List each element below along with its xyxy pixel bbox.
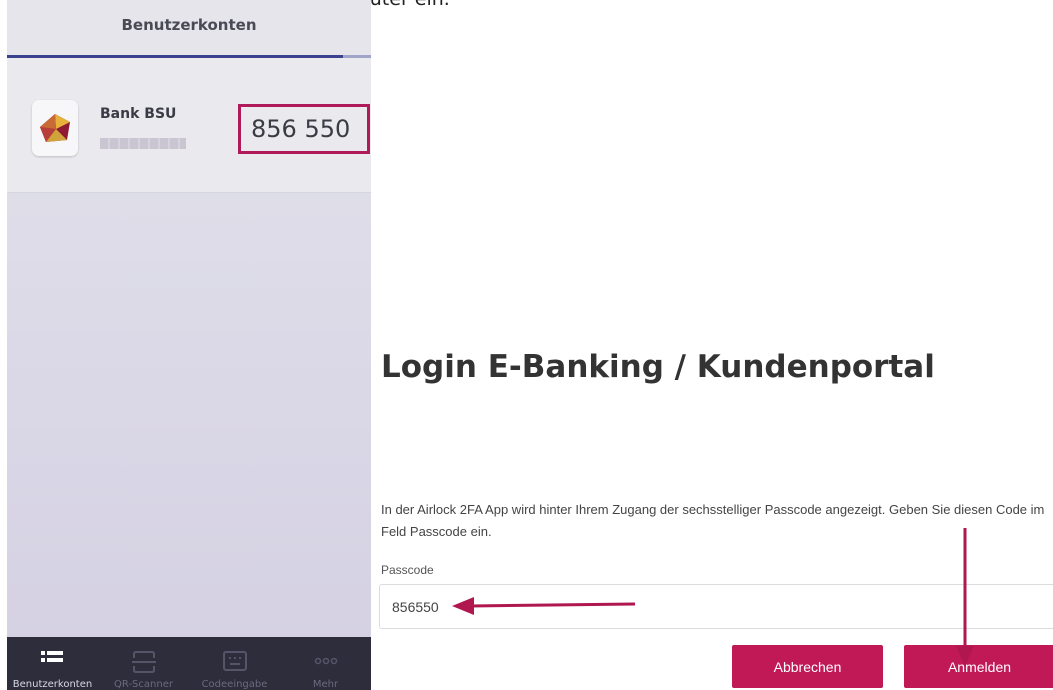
tab-qr-scanner[interactable]: QR-Scanner	[98, 637, 189, 690]
tab-benutzerkonten[interactable]: Benutzerkonten	[7, 637, 98, 690]
more-dots-icon	[280, 649, 371, 677]
list-icon	[7, 649, 98, 668]
bank-logo-icon	[32, 100, 78, 156]
phone-header: Benutzerkonten	[7, 0, 371, 60]
account-id-redacted	[100, 138, 186, 149]
passcode-label: Passcode	[381, 563, 434, 577]
page-title: Login E-Banking / Kundenportal	[381, 349, 935, 385]
tab-label: Mehr	[312, 679, 339, 690]
tab-label: Codeeingabe	[201, 679, 268, 690]
tab-codeeingabe[interactable]: Codeeingabe	[189, 637, 280, 690]
bank-name: Bank BSU	[100, 106, 177, 122]
keyboard-icon	[189, 649, 280, 677]
tab-mehr[interactable]: Mehr	[280, 637, 371, 690]
tab-label: QR-Scanner	[114, 679, 173, 690]
login-button[interactable]: Anmelden	[904, 645, 1053, 688]
cancel-button[interactable]: Abbrechen	[732, 645, 883, 688]
tab-label: Benutzerkonten	[12, 679, 93, 690]
passcode-display: 856 550	[251, 115, 351, 143]
passcode-input[interactable]	[379, 584, 1053, 629]
qr-scanner-icon	[98, 649, 189, 679]
phone-screenshot: Benutzerkonten Bank BSU 856 550 Benutzer…	[7, 0, 371, 690]
phone-title: Benutzerkonten	[121, 16, 257, 34]
instruction-text: In der Airlock 2FA App wird hinter Ihrem…	[381, 502, 1045, 539]
tab-bar: Benutzerkonten QR-Scanner Codeeingabe Me…	[7, 637, 371, 690]
account-row[interactable]: Bank BSU 856 550	[7, 58, 371, 193]
